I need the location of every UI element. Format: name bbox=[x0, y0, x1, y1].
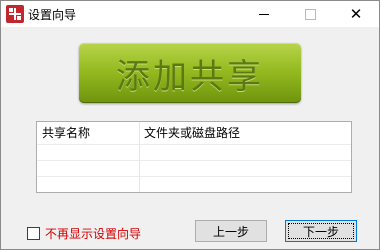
next-step-button[interactable]: 下一步 bbox=[285, 220, 357, 242]
wizard-content: 添加共享 共享名称 文件夹或磁盘路径 不再显示设置向导 上一步 下一步 bbox=[1, 27, 379, 249]
maximize-button[interactable] bbox=[287, 1, 333, 27]
close-button[interactable]: ✕ bbox=[333, 1, 379, 27]
app-logo-icon bbox=[6, 5, 24, 23]
close-icon: ✕ bbox=[349, 4, 363, 23]
minimize-icon bbox=[259, 13, 269, 15]
row-separator bbox=[37, 144, 351, 145]
row-separator bbox=[37, 176, 351, 177]
title-bar[interactable]: 设置向导 ✕ bbox=[1, 1, 379, 27]
dont-show-again-label[interactable]: 不再显示设置向导 bbox=[45, 225, 141, 242]
previous-step-button[interactable]: 上一步 bbox=[195, 220, 267, 242]
dont-show-again-option[interactable]: 不再显示设置向导 bbox=[27, 225, 141, 241]
column-divider bbox=[139, 122, 140, 192]
column-header-folder-path[interactable]: 文件夹或磁盘路径 bbox=[139, 122, 351, 144]
setup-wizard-window: 设置向导 ✕ 添加共享 共享名称 文件夹或磁盘路径 不再显示设置向导 上一步 下… bbox=[0, 0, 380, 250]
add-share-label: 添加共享 bbox=[116, 56, 264, 97]
share-list-table[interactable]: 共享名称 文件夹或磁盘路径 bbox=[36, 121, 352, 193]
maximize-icon bbox=[304, 8, 316, 20]
add-share-button[interactable]: 添加共享 bbox=[79, 43, 301, 103]
minimize-button[interactable] bbox=[241, 1, 287, 27]
dont-show-again-checkbox[interactable] bbox=[27, 226, 40, 240]
row-separator bbox=[37, 160, 351, 161]
column-header-share-name[interactable]: 共享名称 bbox=[37, 122, 139, 144]
window-title: 设置向导 bbox=[28, 8, 77, 22]
